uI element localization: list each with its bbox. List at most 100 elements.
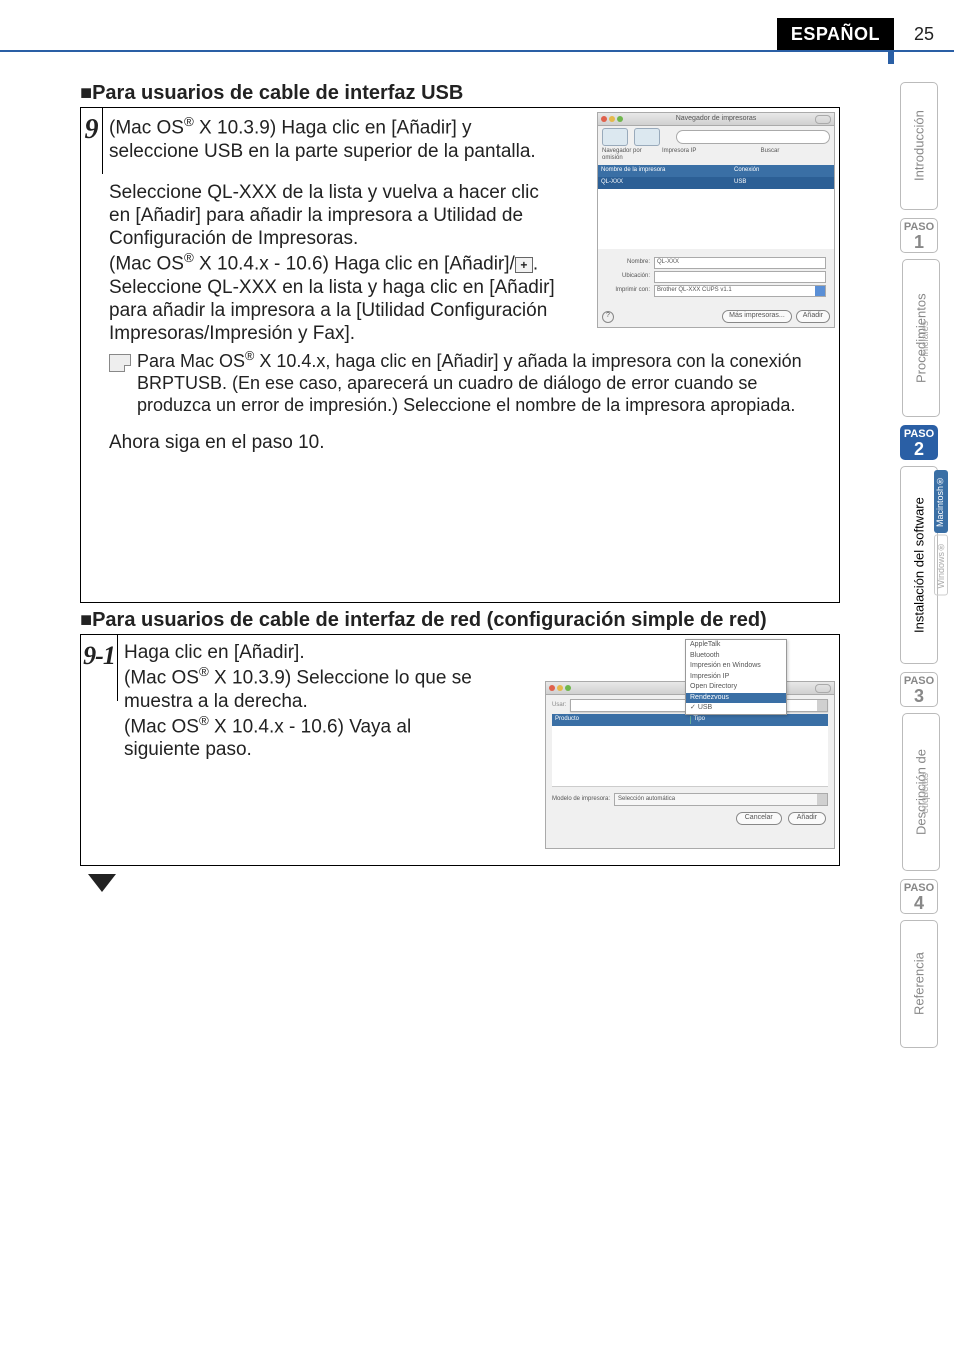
- shot1-val-impr: Brother QL-XXX CUPS v1.1: [657, 287, 732, 294]
- subtab-macintosh[interactable]: Macintosh®: [934, 470, 948, 533]
- plus-icon[interactable]: +: [515, 257, 533, 273]
- shot1-footer: ? Más impresoras... Añadir: [602, 310, 830, 323]
- shot2-list-header: Producto Tipo: [552, 714, 828, 726]
- zoom-icon[interactable]: [617, 116, 623, 122]
- step-9-para-4: Ahora siga en el paso 10.: [109, 431, 829, 454]
- shot1-inp-ubic[interactable]: [654, 271, 826, 283]
- shot1-field-ubic: Ubicación:: [606, 271, 826, 283]
- window-controls[interactable]: [601, 116, 623, 122]
- protocol-menu[interactable]: AppleTalk Bluetooth Impresión en Windows…: [685, 639, 787, 715]
- shot1-field-impr: Imprimir con: Brother QL-XXX CUPS v1.1: [606, 285, 826, 297]
- minimize-icon[interactable]: [557, 685, 563, 691]
- screenshot-printer-browser: Navegador de impresoras Navegador por om…: [597, 112, 835, 328]
- step-9-para-2: Seleccione QL-XXX de la lista y vuelva a…: [109, 181, 559, 251]
- model-select[interactable]: Selección automática: [614, 793, 828, 806]
- cancel-button[interactable]: Cancelar: [736, 812, 782, 825]
- step-9-1-para-1: Haga clic en [Añadir].: [124, 641, 484, 664]
- shot2-lbl-usar: Usar:: [552, 702, 566, 709]
- shot1-tb2: Impresora IP: [662, 148, 710, 163]
- tab-instalacion[interactable]: Instalación del software: [900, 466, 938, 664]
- header-divider: [0, 50, 954, 52]
- shot1-inp-nombre[interactable]: QL-XXX: [654, 257, 826, 269]
- step-9-1-para-3: (Mac OS® X 10.4.x - 10.6) Vaya al siguie…: [124, 713, 484, 762]
- shot1-row-conn: USB: [731, 179, 834, 186]
- shot1-toolbar: [598, 126, 834, 148]
- shot2-col-tipo: Tipo: [690, 716, 829, 723]
- screenshot-add-printer: AppleTalk Bluetooth Impresión en Windows…: [545, 639, 835, 849]
- main-content: ■Para usuarios de cable de interfaz USB …: [80, 78, 840, 892]
- paso-3[interactable]: PASO 3: [900, 672, 938, 707]
- shot1-lbl-impr: Imprimir con:: [606, 287, 650, 294]
- step-9-1-body: AppleTalk Bluetooth Impresión en Windows…: [118, 635, 839, 865]
- step-9-para-1: (Mac OS® X 10.3.9) Haga clic en [Añadir]…: [109, 114, 559, 163]
- tab-referencia[interactable]: Referencia: [900, 920, 938, 1048]
- step-9-body: Navegador de impresoras Navegador por om…: [103, 108, 839, 602]
- zoom-icon[interactable]: [565, 685, 571, 691]
- default-browser-icon[interactable]: [602, 128, 628, 146]
- language-label: ESPAÑOL: [777, 18, 894, 50]
- step-9-note: Para Mac OS® X 10.4.x, haga clic en [Aña…: [109, 349, 829, 417]
- side-tabs: Introducción PASO 1 Procedimientos inici…: [894, 82, 944, 1050]
- shot1-list-row[interactable]: QL-XXX USB: [598, 177, 834, 189]
- search-input[interactable]: [676, 130, 830, 144]
- subtab-windows[interactable]: Windows®: [934, 535, 948, 596]
- menu-ipprint[interactable]: Impresión IP: [686, 672, 786, 683]
- shot1-list-empty: [598, 189, 834, 249]
- toolbar-toggle-icon[interactable]: [815, 684, 831, 693]
- paso-number: 4: [901, 894, 937, 912]
- paso-2[interactable]: PASO 2: [900, 425, 938, 460]
- shot1-titlebar: Navegador de impresoras: [598, 113, 834, 126]
- close-icon[interactable]: [601, 116, 607, 122]
- menu-opendir[interactable]: Open Directory: [686, 682, 786, 693]
- shot2-val-modelo: Selección automática: [618, 796, 675, 803]
- section-net-title: ■Para usuarios de cable de interfaz de r…: [80, 609, 840, 632]
- shot2-list-body[interactable]: [552, 726, 828, 787]
- shot1-title: Navegador de impresoras: [676, 115, 757, 124]
- step-9-number-text: 9: [85, 114, 99, 146]
- step-9-number: 9: [81, 108, 103, 174]
- menu-winprint[interactable]: Impresión en Windows: [686, 661, 786, 672]
- shot1-field-nombre: Nombre: QL-XXX: [606, 257, 826, 269]
- close-icon[interactable]: [549, 685, 555, 691]
- shot1-lbl-nombre: Nombre:: [606, 259, 650, 266]
- shot2-button-row: Cancelar Añadir: [546, 812, 826, 825]
- shot1-list-header: Nombre de la impresora Conexión: [598, 165, 834, 177]
- shot1-tb1: Navegador por omisión: [602, 148, 662, 163]
- ip-printer-icon[interactable]: [634, 128, 660, 146]
- step-9-1-box: 9-1 AppleTalk Bluetooth Impresión en Win…: [80, 634, 840, 866]
- window-controls[interactable]: [549, 685, 571, 691]
- shot2-lbl-modelo: Modelo de impresora:: [552, 796, 610, 803]
- header-bar: ESPAÑOL 25: [777, 18, 954, 50]
- add-button[interactable]: Añadir: [788, 812, 826, 825]
- step-9-box: 9 Navegador de impresoras: [80, 107, 840, 603]
- tab-introduccion[interactable]: Introducción: [900, 82, 938, 210]
- shot1-sel-impr[interactable]: Brother QL-XXX CUPS v1.1: [654, 285, 826, 297]
- shot1-lbl-ubic: Ubicación:: [606, 273, 650, 280]
- shot2-model-row: Modelo de impresora: Selección automátic…: [552, 793, 828, 806]
- step-9-1-para-2: (Mac OS® X 10.3.9) Seleccione lo que se …: [124, 664, 484, 713]
- tab-descripcion-sub: etiquetas: [920, 773, 936, 814]
- header-tick: [888, 52, 894, 64]
- menu-usb[interactable]: USB: [686, 703, 786, 714]
- menu-bluetooth[interactable]: Bluetooth: [686, 651, 786, 662]
- paso-4[interactable]: PASO 4: [900, 879, 938, 914]
- shot1-row-name: QL-XXX: [598, 179, 731, 186]
- continue-arrow-icon: [88, 874, 116, 892]
- help-icon[interactable]: ?: [602, 311, 614, 323]
- menu-rendezvous[interactable]: Rendezvous: [686, 693, 786, 704]
- shot1-tb3: Buscar: [710, 148, 830, 163]
- step-9-1-number: 9-1: [81, 635, 118, 701]
- shot1-col-name: Nombre de la impresora: [598, 167, 731, 174]
- paso-number: 1: [901, 233, 937, 251]
- shot1-col-conn: Conexión: [731, 167, 834, 174]
- toolbar-toggle-icon[interactable]: [815, 115, 831, 124]
- menu-appletalk[interactable]: AppleTalk: [686, 640, 786, 651]
- paso-number: 3: [901, 687, 937, 705]
- more-printers-button[interactable]: Más impresoras...: [722, 310, 792, 323]
- step-9-para-3: (Mac OS® X 10.4.x - 10.6) Haga clic en […: [109, 250, 559, 345]
- add-button[interactable]: Añadir: [796, 310, 830, 323]
- page-number: 25: [894, 18, 954, 50]
- paso-1[interactable]: PASO 1: [900, 218, 938, 253]
- shot2-col-producto: Producto: [552, 716, 690, 723]
- minimize-icon[interactable]: [609, 116, 615, 122]
